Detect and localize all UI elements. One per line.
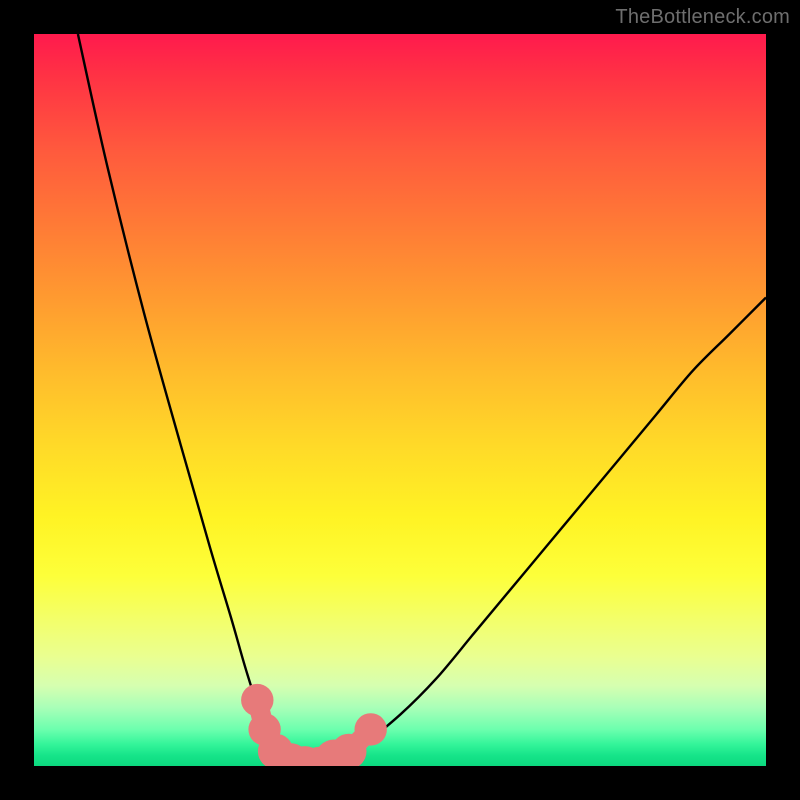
chart-frame: TheBottleneck.com [0, 0, 800, 800]
valley-marker [241, 684, 273, 716]
bottleneck-curve [78, 34, 766, 766]
valley-marker [355, 713, 387, 745]
plot-area [34, 34, 766, 766]
bottleneck-curve-svg [34, 34, 766, 766]
valley-markers [241, 684, 387, 766]
watermark-text: TheBottleneck.com [615, 6, 790, 29]
